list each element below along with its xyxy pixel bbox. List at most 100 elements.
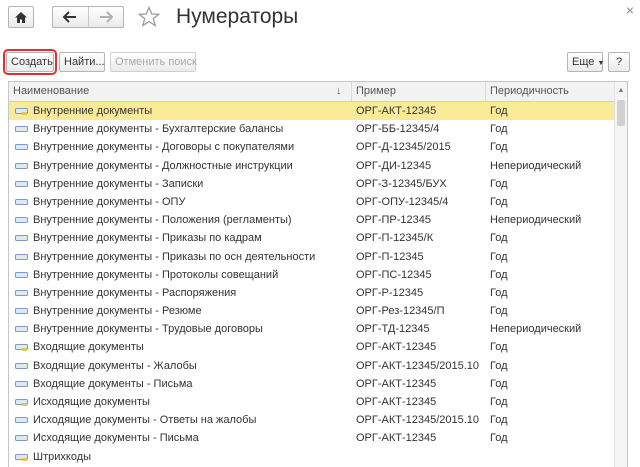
cell-period: Непериодический bbox=[490, 159, 582, 172]
record-icon bbox=[15, 326, 28, 333]
table-row[interactable]: Исходящие документы ОРГ-АКТ-12345 Год bbox=[9, 393, 615, 411]
table-row[interactable]: Входящие документы - Письма ОРГ-АКТ-1234… bbox=[9, 375, 615, 393]
cancel-search-button[interactable]: Отменить поиск bbox=[110, 52, 197, 72]
home-button[interactable] bbox=[8, 6, 34, 28]
record-icon bbox=[15, 362, 28, 369]
favorite-button[interactable] bbox=[136, 4, 162, 30]
column-header-period[interactable]: Периодичность bbox=[486, 82, 615, 101]
cell-name: Внутренние документы - Трудовые договоры bbox=[33, 323, 263, 336]
table-row[interactable]: Исходящие документы - Ответы на жалобы О… bbox=[9, 411, 615, 429]
cell-period: Год bbox=[490, 105, 508, 117]
star-icon bbox=[138, 6, 160, 27]
record-icon bbox=[15, 108, 28, 115]
record-icon bbox=[15, 435, 28, 442]
cell-name: Внутренние документы - Бухгалтерские бал… bbox=[33, 123, 284, 136]
column-header-example-label: Пример bbox=[356, 85, 396, 97]
numerators-table: Наименование ↓ Пример Периодичность Внут… bbox=[8, 81, 628, 467]
forward-button[interactable] bbox=[87, 7, 124, 27]
home-icon bbox=[15, 11, 27, 23]
close-icon: × bbox=[625, 2, 634, 18]
record-icon bbox=[15, 399, 28, 406]
table-row[interactable]: Внутренние документы - Бухгалтерские бал… bbox=[9, 120, 615, 138]
cell-example: ОРГ-АКТ-12345/2015.10 bbox=[356, 359, 480, 372]
table-body: Внутренние документы ОРГ-АКТ-12345 Год В… bbox=[9, 102, 615, 466]
cell-name: Внутренние документы - Резюме bbox=[33, 305, 202, 318]
table-row[interactable]: Внутренние документы - Приказы по кадрам… bbox=[9, 229, 615, 247]
table-row[interactable]: Внутренние документы - ОПУ ОРГ-ОПУ-12345… bbox=[9, 193, 615, 211]
table-row[interactable]: Штрихкоды bbox=[9, 448, 615, 466]
arrow-right-icon bbox=[99, 11, 113, 23]
cell-example: ОРГ-АКТ-12345 bbox=[356, 396, 437, 408]
close-button[interactable]: × bbox=[626, 2, 634, 18]
cell-example: ОРГ-П-12345/К bbox=[356, 232, 434, 245]
record-icon bbox=[15, 417, 28, 424]
help-button[interactable]: ? bbox=[608, 52, 630, 72]
column-header-name[interactable]: Наименование bbox=[9, 82, 352, 101]
cell-name: Внутренние документы - Распоряжения bbox=[33, 286, 237, 299]
record-icon bbox=[15, 453, 28, 461]
record-icon bbox=[15, 144, 28, 151]
find-button[interactable]: Найти... bbox=[59, 52, 105, 72]
cell-name: Исходящие документы - Письма bbox=[33, 432, 199, 445]
scroll-up-button[interactable]: ▲ bbox=[615, 84, 627, 96]
table-row[interactable]: Внутренние документы - Протоколы совещан… bbox=[9, 266, 615, 284]
sort-down-icon: ↓ bbox=[336, 85, 342, 97]
table-row[interactable]: Внутренние документы - Записки ОРГ-З-123… bbox=[9, 175, 615, 193]
record-icon bbox=[15, 271, 28, 278]
vertical-scrollbar[interactable]: ▲ bbox=[614, 82, 627, 467]
table-header: Наименование ↓ Пример Периодичность bbox=[9, 82, 615, 102]
table-row[interactable]: Внутренние документы - Распоряжения ОРГ-… bbox=[9, 284, 615, 302]
cell-period: Год bbox=[490, 305, 508, 318]
table-row[interactable]: Входящие документы ОРГ-АКТ-12345 Год bbox=[9, 338, 615, 356]
scroll-thumb[interactable] bbox=[617, 100, 625, 126]
cell-example: ОРГ-ББ-12345/4 bbox=[356, 123, 440, 136]
cell-example: ОРГ-ПР-12345 bbox=[356, 214, 432, 227]
cell-example: ОРГ-АКТ-12345 bbox=[356, 432, 437, 445]
more-button-label: Еще bbox=[572, 56, 595, 68]
table-row[interactable]: Внутренние документы - Договоры с покупа… bbox=[9, 138, 615, 156]
cell-name: Исходящие документы - Ответы на жалобы bbox=[33, 414, 257, 427]
title-bar: Нумераторы × bbox=[0, 0, 640, 40]
chevron-down-icon: ▼ bbox=[597, 60, 605, 67]
cell-period: Год bbox=[490, 359, 508, 372]
caret-up-icon: ▲ bbox=[617, 86, 625, 94]
cell-period: Год bbox=[490, 123, 508, 136]
record-icon bbox=[15, 235, 28, 242]
table-row[interactable]: Внутренние документы - Трудовые договоры… bbox=[9, 320, 615, 338]
back-button[interactable] bbox=[53, 7, 88, 27]
column-header-name-label: Наименование bbox=[13, 85, 90, 97]
cell-example: ОРГ-Д-12345/2015 bbox=[356, 141, 451, 154]
cell-name: Входящие документы - Жалобы bbox=[33, 359, 197, 372]
create-button[interactable]: Создать bbox=[3, 49, 57, 75]
table-row[interactable]: Внутренние документы ОРГ-АКТ-12345 Год bbox=[9, 102, 615, 121]
record-icon bbox=[15, 180, 28, 187]
table-row[interactable]: Исходящие документы - Письма ОРГ-АКТ-123… bbox=[9, 429, 615, 447]
cell-period: Год bbox=[490, 141, 508, 154]
cell-example: ОРГ-Рез-12345/П bbox=[356, 305, 445, 318]
more-button[interactable]: Еще ▼ bbox=[567, 52, 605, 72]
table-row[interactable]: Внутренние документы - Положения (реглам… bbox=[9, 211, 615, 229]
cell-example: ОРГ-ДИ-12345 bbox=[356, 159, 432, 172]
cell-period: Год bbox=[490, 177, 508, 190]
cell-example: ОРГ-П-12345 bbox=[356, 250, 424, 263]
cell-name: Входящие документы bbox=[33, 341, 144, 354]
table-row[interactable]: Внутренние документы - Резюме ОРГ-Рез-12… bbox=[9, 302, 615, 320]
cell-name: Входящие документы - Письма bbox=[33, 377, 193, 390]
cell-period: Непериодический bbox=[490, 323, 582, 336]
table-row[interactable]: Внутренние документы - Должностные инстр… bbox=[9, 157, 615, 175]
cell-name: Внутренние документы bbox=[33, 105, 153, 117]
table-row[interactable]: Внутренние документы - Приказы по осн де… bbox=[9, 248, 615, 266]
table-row[interactable]: Входящие документы - Жалобы ОРГ-АКТ-1234… bbox=[9, 357, 615, 375]
column-header-example[interactable]: Пример bbox=[352, 82, 486, 101]
cell-example: ОРГ-АКТ-12345 bbox=[356, 377, 437, 390]
cell-example: ОРГ-ОПУ-12345/4 bbox=[356, 195, 449, 208]
cell-period: Год bbox=[490, 396, 508, 408]
column-header-period-label: Периодичность bbox=[490, 85, 569, 97]
cell-name: Внутренние документы - Договоры с покупа… bbox=[33, 141, 295, 154]
cell-period: Год bbox=[490, 195, 508, 208]
record-icon bbox=[15, 289, 28, 296]
cell-name: Внутренние документы - Приказы по осн де… bbox=[33, 250, 316, 263]
cell-name: Внутренние документы - Записки bbox=[33, 177, 204, 190]
record-icon bbox=[15, 308, 28, 315]
record-icon bbox=[15, 344, 28, 352]
